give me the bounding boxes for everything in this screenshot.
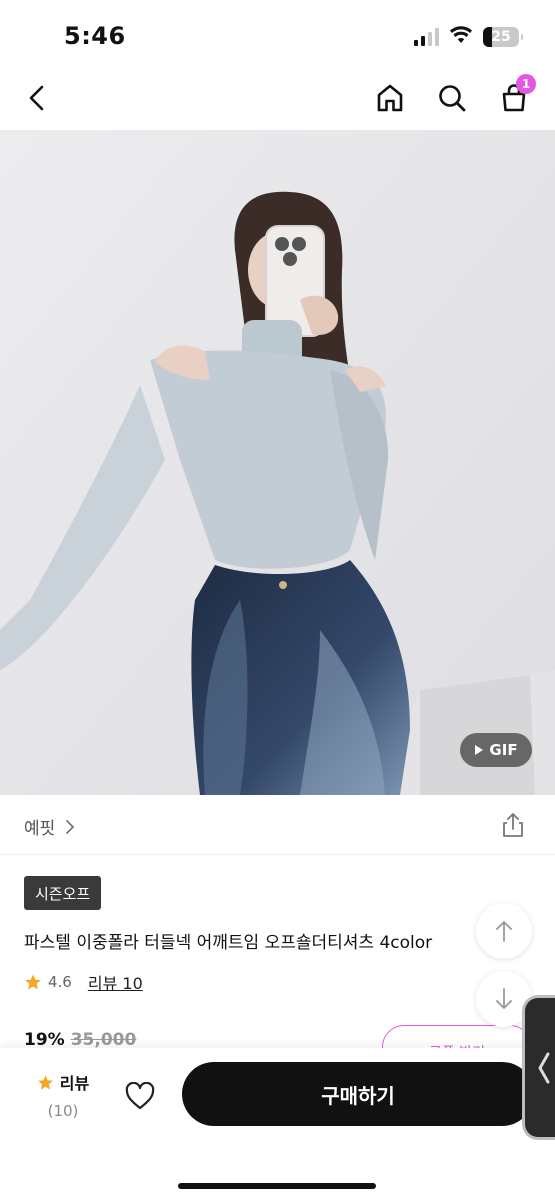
rating-value: 4.6 [48, 973, 72, 991]
chevron-right-icon [66, 819, 75, 834]
signal-icon [414, 28, 439, 46]
share-icon[interactable] [499, 811, 527, 839]
arrow-up-icon [496, 921, 512, 942]
seller-name: 예핏 [24, 819, 56, 839]
chevron-left-icon [538, 1052, 549, 1083]
wifi-icon [449, 26, 473, 48]
battery-text: 25 [491, 29, 511, 45]
season-off-badge: 시즌오프 [24, 876, 102, 910]
scroll-up-button[interactable] [476, 903, 532, 959]
status-icons: 25 [414, 26, 523, 48]
search-icon[interactable] [432, 78, 472, 118]
seller-row: 예핏 [0, 795, 555, 855]
cart-count-badge: 1 [516, 74, 536, 94]
arrow-down-icon [496, 988, 512, 1009]
product-photo [0, 130, 555, 795]
status-time: 5:46 [64, 22, 126, 50]
review-count: (10) [47, 1102, 79, 1120]
play-icon [475, 745, 484, 755]
gif-label: GIF [489, 741, 518, 759]
status-bar: 5:46 25 [0, 0, 555, 70]
bottom-action-bar: 리뷰 (10) 구매하기 [0, 1048, 555, 1200]
side-panel-handle[interactable] [522, 995, 555, 1140]
seller-link[interactable]: 예핏 [24, 814, 75, 839]
product-title: 파스텔 이중폴라 터들넥 어깨트임 오프숄더티셔츠 4color [24, 933, 433, 953]
original-price: 35,000 [70, 1030, 137, 1050]
home-icon[interactable] [370, 78, 410, 118]
nav-bar: 1 [0, 70, 555, 130]
product-image[interactable]: GIF [0, 130, 555, 795]
gif-badge[interactable]: GIF [460, 733, 532, 767]
cart-icon[interactable]: 1 [494, 74, 536, 118]
home-indicator [178, 1183, 376, 1189]
rating-row: 4.6 리뷰 10 [24, 970, 143, 994]
star-icon [37, 1074, 53, 1090]
back-icon[interactable] [18, 78, 58, 118]
review-summary[interactable]: 리뷰 (10) [28, 1070, 98, 1120]
review-label: 리뷰 [59, 1074, 90, 1093]
battery-icon: 25 [483, 27, 523, 47]
price-row: 19% 35,000 [24, 1030, 136, 1050]
review-link[interactable]: 리뷰 10 [88, 970, 143, 994]
star-icon [25, 974, 41, 990]
discount-rate: 19% [24, 1030, 65, 1050]
wishlist-heart-icon[interactable] [122, 1078, 158, 1114]
buy-button[interactable]: 구매하기 [182, 1062, 534, 1126]
